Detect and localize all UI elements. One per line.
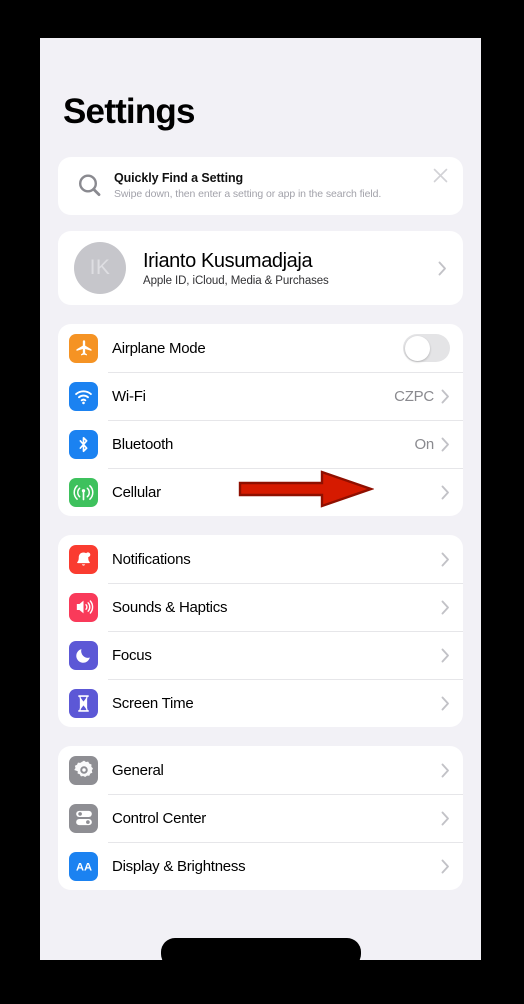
settings-group-alerts: Notifications Sounds & Haptics Focus Screen… [58,535,463,727]
settings-row-label: Sounds & Haptics [112,598,228,616]
bluetooth-icon [69,429,98,459]
settings-groups: Airplane Mode Wi-Fi CZPC Bluetooth On Cellula… [58,324,463,890]
settings-row-wi-fi[interactable]: Wi-Fi CZPC [58,372,463,420]
settings-group-connectivity: Airplane Mode Wi-Fi CZPC Bluetooth On Cellula… [58,324,463,516]
cellular-icon [69,477,98,507]
chevron-right-icon [441,485,450,500]
wifi-icon [69,381,98,411]
search-icon [72,171,108,201]
settings-row-cellular[interactable]: Cellular [58,468,463,516]
settings-row-display-brightness[interactable]: AA Display & Brightness [58,842,463,890]
close-icon[interactable] [432,167,449,189]
account-text: Irianto Kusumadjaja Apple ID, iCloud, Me… [143,250,438,287]
chevron-right-icon [441,763,450,778]
settings-row-label: General [112,761,164,779]
toggle-knob [404,335,430,361]
settings-row-label: Cellular [112,483,161,501]
settings-row-label: Display & Brightness [112,857,246,875]
chevron-right-icon [441,811,450,826]
settings-row-label: Wi-Fi [112,387,146,405]
settings-row-screen-time[interactable]: Screen Time [58,679,463,727]
chevron-right-icon [441,552,450,567]
phone-screen: Settings Quickly Find a Setting Swipe do… [40,38,481,960]
chevron-right-icon [441,437,450,452]
gear-icon [69,755,98,785]
settings-row-control-center[interactable]: Control Center [58,794,463,842]
search-tip-card[interactable]: Quickly Find a Setting Swipe down, then … [58,157,463,215]
settings-row-label: Airplane Mode [112,339,206,357]
settings-row-bluetooth[interactable]: Bluetooth On [58,420,463,468]
settings-row-label: Control Center [112,809,207,827]
settings-group-system: General Control Center AA Display & Brightn… [58,746,463,890]
search-tip-text: Quickly Find a Setting Swipe down, then … [114,171,428,202]
search-tip-title: Quickly Find a Setting [114,170,244,185]
settings-row-sounds-haptics[interactable]: Sounds & Haptics [58,583,463,631]
settings-row-label: Notifications [112,550,191,568]
airplane-mode-toggle[interactable] [403,334,450,362]
airplane-icon [69,333,98,363]
settings-row-value: CZPC [394,387,434,405]
settings-scroll-view[interactable]: Settings Quickly Find a Setting Swipe do… [40,38,481,960]
sliders-icon [69,803,98,833]
avatar: IK [74,242,126,294]
chevron-right-icon [441,648,450,663]
account-name: Irianto Kusumadjaja [143,249,313,272]
moon-icon [69,640,98,670]
chevron-right-icon [438,261,447,276]
settings-row-focus[interactable]: Focus [58,631,463,679]
settings-row-label: Bluetooth [112,435,174,453]
bell-icon [69,544,98,574]
settings-row-value: On [414,435,434,453]
settings-row-label: Focus [112,646,152,664]
chevron-right-icon [441,859,450,874]
page-title: Settings [63,92,195,131]
home-indicator [160,938,361,960]
chevron-right-icon [441,600,450,615]
account-subtitle: Apple ID, iCloud, Media & Purchases [143,274,329,287]
apple-id-row[interactable]: IK Irianto Kusumadjaja Apple ID, iCloud,… [58,231,463,305]
settings-row-label: Screen Time [112,694,194,712]
settings-row-notifications[interactable]: Notifications [58,535,463,583]
text-size-icon: AA [69,851,98,881]
chevron-right-icon [441,696,450,711]
hourglass-icon [69,688,98,718]
chevron-right-icon [441,389,450,404]
settings-row-airplane-mode[interactable]: Airplane Mode [58,324,463,372]
search-tip-subtitle: Swipe down, then enter a setting or app … [114,188,382,201]
speaker-icon [69,592,98,622]
settings-row-general[interactable]: General [58,746,463,794]
svg-text:AA: AA [75,862,91,874]
